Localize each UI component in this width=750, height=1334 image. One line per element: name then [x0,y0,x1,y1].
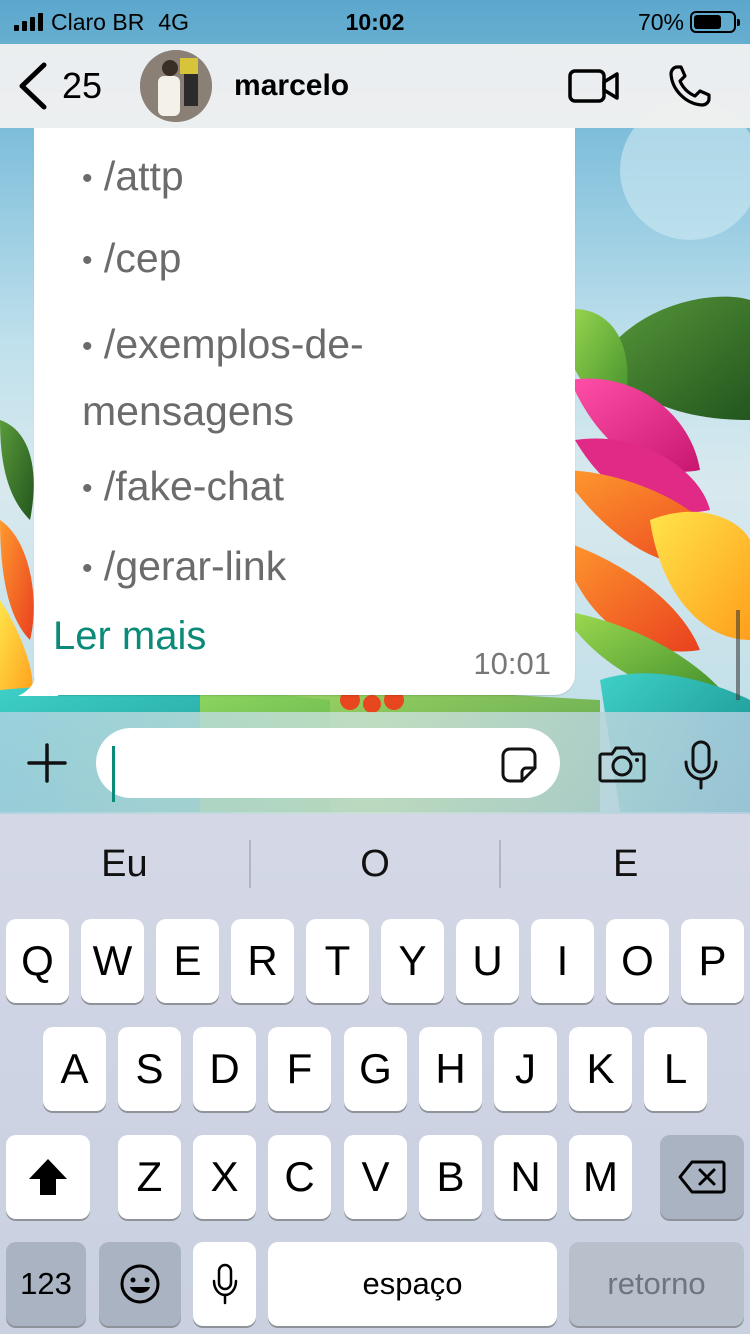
key-v[interactable]: V [344,1135,407,1219]
key-u[interactable]: U [456,919,519,1003]
key-m[interactable]: M [569,1135,632,1219]
command-item-fake-chat: • /fake-chat [82,458,284,517]
key-e[interactable]: E [156,919,219,1003]
command-text-line2: mensagens [82,388,294,435]
microphone-icon [212,1263,237,1305]
suggestion-2[interactable]: O [251,843,500,886]
suggestion-3[interactable]: E [501,843,750,886]
shift-icon [29,1159,67,1195]
key-r[interactable]: R [231,919,294,1003]
bullet: • [82,472,93,506]
key-h[interactable]: H [419,1027,482,1111]
battery-percent: 70% [637,8,684,35]
numbers-key[interactable]: 123 [6,1242,86,1326]
keyboard: Eu O E Q W E R T Y U I O P A S D F G H J… [0,814,750,1334]
bullet: • [82,162,93,196]
status-bar: Claro BR 4G 10:02 70% [0,0,750,44]
command-text-line1: /exemplos-de- [103,321,364,367]
key-t[interactable]: T [306,919,369,1003]
key-z[interactable]: Z [118,1135,181,1219]
key-w[interactable]: W [81,919,144,1003]
message-timestamp: 10:01 [473,646,551,681]
key-p[interactable]: P [681,919,744,1003]
bullet: • [82,330,93,364]
key-l[interactable]: L [644,1027,707,1111]
command-item-gerar-link: • /gerar-link [82,538,286,597]
dictation-key[interactable] [193,1242,256,1326]
avatar-photo [140,50,213,122]
battery-fill [693,15,721,29]
microphone-icon[interactable] [683,740,719,790]
command-text: /gerar-link [103,543,287,589]
emoji-icon [120,1264,160,1304]
message-bubble[interactable]: • /attp • /cep • /exemplos-de- mensagens… [34,128,575,695]
key-k[interactable]: K [569,1027,632,1111]
contact-name[interactable]: marcelo [234,69,349,103]
sticker-icon[interactable] [500,746,538,784]
chevron-left-icon [19,62,47,110]
key-f[interactable]: F [268,1027,331,1111]
command-item-exemplos: • /exemplos-de- mensagens [82,312,552,443]
key-o[interactable]: O [606,919,669,1003]
composer-bar [0,712,750,814]
key-a[interactable]: A [43,1027,106,1111]
command-text: /attp [103,153,184,199]
key-b[interactable]: B [419,1135,482,1219]
message-input[interactable] [96,728,560,798]
network-label: 4G [158,8,189,35]
key-x[interactable]: X [193,1135,256,1219]
avatar[interactable] [140,50,213,122]
video-call-icon[interactable] [568,68,620,104]
key-q[interactable]: Q [6,919,69,1003]
key-d[interactable]: D [193,1027,256,1111]
bullet: • [82,244,93,278]
space-key[interactable]: espaço [268,1242,557,1326]
camera-icon[interactable] [598,744,646,784]
shift-key[interactable] [6,1135,90,1219]
key-n[interactable]: N [494,1135,557,1219]
carrier-label: Claro BR [51,8,145,35]
command-item-cep: • /cep [82,230,181,289]
cellular-signal-icon [14,13,43,31]
command-item-attp: • /attp [82,148,184,207]
return-key[interactable]: retorno [569,1242,744,1326]
predictive-text-bar: Eu O E [0,814,750,914]
command-text: /fake-chat [103,463,284,509]
bullet: • [82,552,93,586]
bubble-tail [18,662,58,696]
key-i[interactable]: I [531,919,594,1003]
emoji-key[interactable] [99,1242,181,1326]
text-cursor [112,746,115,802]
command-text: /cep [103,235,182,281]
phone-icon[interactable] [668,64,712,108]
unread-count: 25 [62,65,103,106]
plus-icon[interactable] [26,742,68,784]
suggestion-1[interactable]: Eu [0,843,249,886]
read-more-link[interactable]: Ler mais [53,614,206,659]
key-s[interactable]: S [118,1027,181,1111]
battery-icon [689,11,740,33]
key-c[interactable]: C [268,1135,331,1219]
clock: 10:02 [345,8,405,35]
key-y[interactable]: Y [381,919,444,1003]
chat-header: 25 marcelo [0,44,750,128]
delete-key[interactable] [660,1135,744,1219]
key-g[interactable]: G [344,1027,407,1111]
back-button[interactable]: 25 [16,61,102,111]
key-j[interactable]: J [494,1027,557,1111]
backspace-icon [678,1160,726,1194]
